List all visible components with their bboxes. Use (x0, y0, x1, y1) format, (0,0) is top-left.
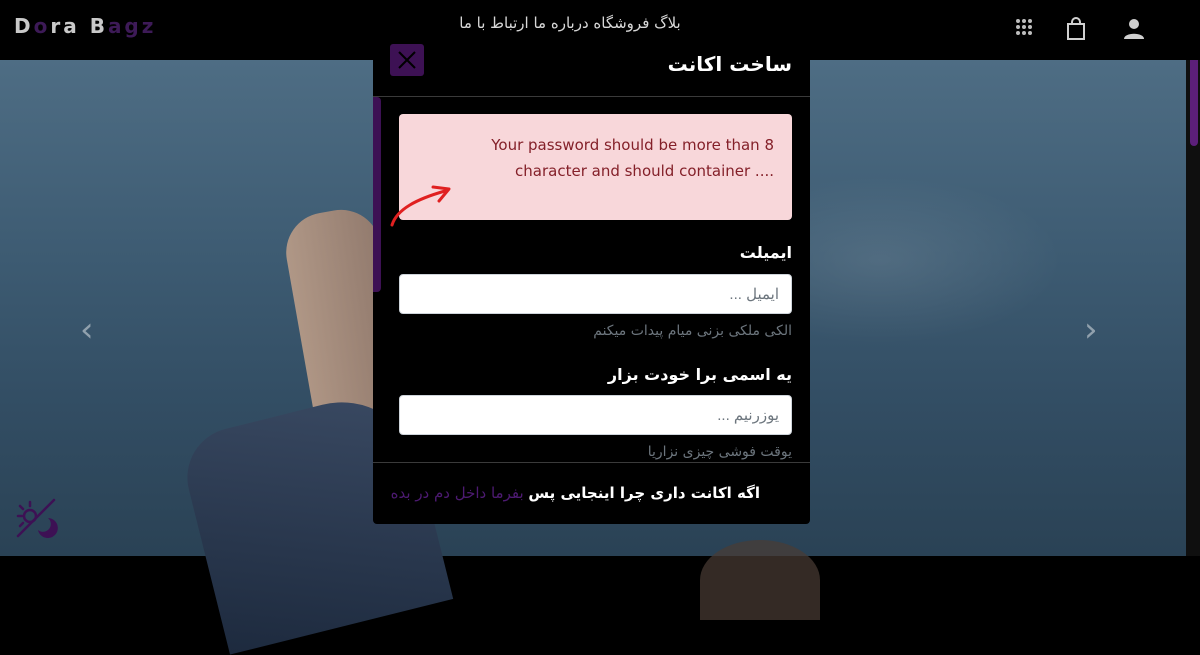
username-field[interactable] (399, 395, 792, 435)
modal-header: ساخت اکانت (373, 42, 810, 97)
theme-toggle-icon[interactable] (14, 496, 58, 540)
email-label: ایمیلت (739, 243, 792, 262)
modal-body: Your password should be more than 8 char… (373, 97, 810, 462)
password-error-alert: Your password should be more than 8 char… (399, 114, 792, 220)
brand-logo[interactable]: Dora Bagz (14, 14, 156, 38)
login-link[interactable]: بفرما داخل دم در بده (391, 484, 524, 502)
login-question: اگه اکانت داری چرا اینجایی پس (528, 484, 760, 502)
email-hint: الکی ملکی بزنی میام پیدات میکنم (593, 323, 792, 339)
modal-footer: اگه اکانت داری چرا اینجایی پس بفرما داخل… (373, 462, 810, 524)
shopping-bag-icon[interactable] (1066, 17, 1086, 41)
grid-icon[interactable] (1015, 18, 1033, 36)
red-arrow-icon (390, 185, 451, 227)
modal-scrollbar-thumb[interactable] (373, 97, 381, 292)
hero-image-shape (700, 540, 820, 620)
carousel-next-icon[interactable]: › (1084, 310, 1098, 350)
nav-links[interactable]: بلاگ فروشگاه درباره ما ارتباط با ما (405, 14, 735, 34)
page-scrollbar[interactable] (1186, 0, 1200, 556)
close-button[interactable] (390, 44, 424, 76)
carousel-prev-icon[interactable]: ‹ (80, 310, 94, 350)
alert-line-2: character and should container .... (515, 162, 774, 180)
alert-line-1: Your password should be more than 8 (491, 136, 774, 154)
create-account-modal: ساخت اکانت Your password should be more … (373, 42, 810, 524)
close-icon (398, 51, 416, 69)
user-icon[interactable] (1123, 18, 1145, 40)
username-hint: یوقت فوشی چیزی نزاریا (647, 444, 792, 460)
username-label: یه اسمی برا خودت بزار (607, 365, 792, 384)
email-field[interactable] (399, 274, 792, 314)
modal-title: ساخت اکانت (667, 52, 792, 76)
login-prompt: اگه اکانت داری چرا اینجایی پس بفرما داخل… (391, 484, 760, 502)
page-scrollbar-thumb[interactable] (1190, 48, 1198, 146)
